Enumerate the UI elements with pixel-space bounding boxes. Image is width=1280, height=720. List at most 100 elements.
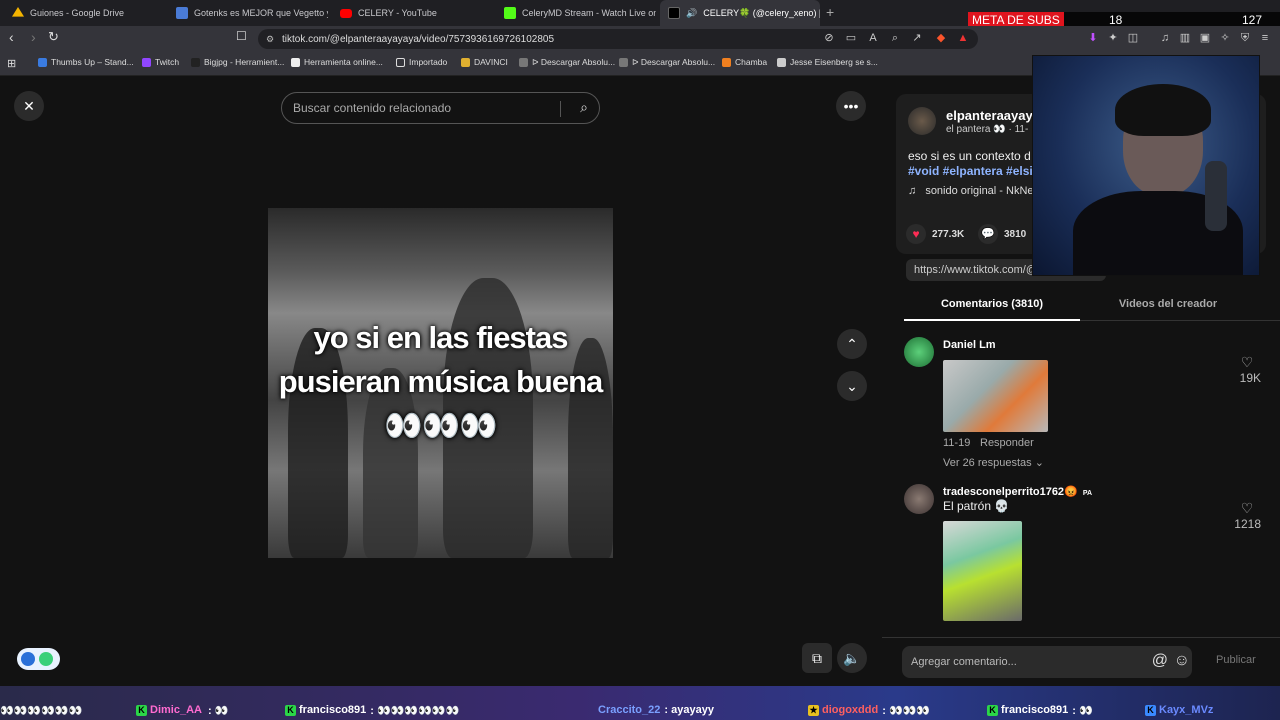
- publish-button[interactable]: Publicar: [1216, 654, 1256, 666]
- search-icon[interactable]: ⌕: [580, 99, 588, 116]
- youtube-icon: [340, 8, 352, 18]
- vpn-icon[interactable]: ⛨: [1238, 31, 1252, 45]
- kick-icon: K: [987, 704, 998, 716]
- previous-video-icon[interactable]: ⌃: [837, 329, 867, 359]
- video-link: https://www.tiktok.com/@: [914, 264, 1038, 276]
- kick-icon: K: [136, 704, 147, 716]
- like-count: 277.3K: [932, 228, 965, 240]
- commenter-name[interactable]: Daniel Lm: [943, 339, 996, 351]
- sound-link[interactable]: ♫ sonido original - NkNe: [908, 185, 1034, 197]
- chevron-down-icon: ⌄: [1034, 457, 1044, 469]
- bookmark-icon[interactable]: ☐: [236, 29, 247, 43]
- media-icon[interactable]: ♫: [1158, 31, 1172, 45]
- tiktok-icon: [668, 7, 680, 19]
- commenter-name[interactable]: tradesconelperrito1762😡 PA: [943, 485, 1092, 498]
- comment-image[interactable]: [943, 521, 1022, 621]
- extensions-icon[interactable]: ✦: [1106, 31, 1120, 45]
- search-placeholder: Buscar contenido relacionado: [293, 101, 452, 115]
- wallet-icon[interactable]: ▣: [1198, 31, 1212, 45]
- creator-display-name: el pantera 👀 · 11-: [946, 124, 1029, 135]
- menu-icon[interactable]: ≡: [1258, 31, 1272, 45]
- comment-like-count: 1218: [1234, 517, 1261, 531]
- chat-user: francisco891: [299, 704, 367, 716]
- kick-icon: ★: [808, 704, 819, 716]
- view-replies-label: Ver 26 respuestas: [943, 457, 1032, 469]
- bookmark-thumbs-up[interactable]: Thumbs Up – Stand...: [38, 57, 134, 67]
- reload-icon[interactable]: ↻: [48, 29, 59, 45]
- mention-icon[interactable]: @: [1152, 652, 1168, 670]
- document-icon: [176, 7, 188, 19]
- browser-tab-drive[interactable]: Guiones - Google Drive: [4, 0, 166, 26]
- related-search-input[interactable]: Buscar contenido relacionado ⌕: [281, 92, 600, 124]
- search-divider: [560, 101, 561, 117]
- chat-emotes: : 👀: [1072, 704, 1093, 717]
- bookmark-twitch[interactable]: Twitch: [142, 57, 179, 67]
- brave-shield-icon[interactable]: ◆: [934, 31, 948, 45]
- share-icon[interactable]: ↗: [910, 31, 924, 45]
- comment-like-icon[interactable]: ♡: [1240, 500, 1254, 516]
- page-icon: [619, 58, 628, 67]
- site-info-icon[interactable]: ⚙: [266, 34, 274, 45]
- zoom-icon[interactable]: ⌕: [888, 31, 902, 45]
- chat-user: Dimic_AA: [150, 704, 202, 716]
- bookmark-herramienta[interactable]: Herramienta online...: [291, 57, 383, 67]
- music-note-icon: ♫: [908, 185, 917, 197]
- bookmark-descargar-1[interactable]: ᐅ Descargar Absolu...: [519, 57, 615, 68]
- download-icon[interactable]: ⬇: [1086, 31, 1100, 45]
- extension-toggle[interactable]: [17, 648, 60, 670]
- view-replies-button[interactable]: Ver 26 respuestas ⌄: [943, 456, 1044, 469]
- screen-icon[interactable]: ▭: [844, 31, 858, 45]
- comment-button[interactable]: 💬 3810: [978, 224, 1026, 244]
- video-player[interactable]: yo si en las fiestas pusieran música bue…: [268, 208, 613, 558]
- kick-icon: [504, 7, 516, 19]
- apps-icon[interactable]: ⊞: [7, 57, 16, 70]
- more-options-icon[interactable]: •••: [836, 91, 866, 121]
- comment-like-icon[interactable]: ♡: [1240, 354, 1254, 370]
- video-hashtags[interactable]: #void #elpantera #elsi: [908, 164, 1033, 178]
- comment-input[interactable]: Agregar comentario... @ ☺: [902, 646, 1192, 678]
- reader-icon[interactable]: ⊘: [822, 31, 836, 45]
- capture-icon[interactable]: ◫: [1126, 31, 1140, 45]
- new-tab-icon[interactable]: +: [826, 4, 834, 20]
- bookmark-chamba[interactable]: Chamba: [722, 57, 767, 67]
- panel-tabs: Comentarios (3810) Videos del creador: [904, 293, 1280, 321]
- sidebar-icon[interactable]: ▥: [1178, 31, 1192, 45]
- davinci-icon: [461, 57, 470, 67]
- back-icon[interactable]: ‹: [9, 29, 14, 45]
- volume-icon[interactable]: 🔈: [837, 643, 867, 673]
- emoji-icon[interactable]: ☺: [1174, 652, 1190, 670]
- bookmark-descargar-2[interactable]: ᐅ Descargar Absolu...: [619, 57, 715, 68]
- chat-emotes: : 👀👀👀👀👀👀: [370, 704, 460, 717]
- chat-user: Craccito_22: [598, 704, 661, 716]
- bookmark-davinci[interactable]: DAVINCI: [461, 57, 508, 67]
- browser-tab-youtube[interactable]: CELERY - YouTube: [332, 0, 492, 26]
- browser-toolbar: ‹ › ↻ ☐ ⚙ tiktok.com/@elpanteraayayaya/v…: [0, 26, 1280, 52]
- bookmark-bigjpg[interactable]: Bigjpg - Herramient...: [191, 57, 284, 67]
- chat-message: ★ diogoxddd : 👀👀👀: [805, 703, 930, 717]
- reply-button[interactable]: Responder: [980, 437, 1034, 449]
- bookmark-folder-importado[interactable]: Importado: [396, 57, 447, 67]
- floating-player-icon[interactable]: ⧉: [802, 643, 832, 673]
- close-icon[interactable]: ✕: [14, 91, 44, 121]
- url-text: tiktok.com/@elpanteraayayaya/video/75739…: [282, 33, 555, 45]
- chat-message: Craccito_22 : ayayayy: [598, 703, 714, 717]
- bookmark-jesse[interactable]: Jesse Eisenberg se s...: [777, 57, 878, 67]
- leo-icon[interactable]: ✧: [1218, 31, 1232, 45]
- next-video-icon[interactable]: ⌄: [837, 371, 867, 401]
- commenter-avatar[interactable]: [904, 484, 934, 514]
- folder-icon: [396, 57, 405, 67]
- translate-icon[interactable]: A: [866, 31, 880, 45]
- creator-avatar[interactable]: [908, 107, 936, 135]
- like-button[interactable]: ♥ 277.3K: [906, 224, 964, 244]
- forward-icon[interactable]: ›: [31, 29, 36, 45]
- browser-tab-gotenks[interactable]: Gotenks es MEJOR que Vegetto y Go: [168, 0, 328, 26]
- power-icon: [39, 652, 53, 666]
- browser-tab-kick[interactable]: CeleryMD Stream - Watch Live on Ki: [496, 0, 656, 26]
- comment-image[interactable]: [943, 360, 1048, 432]
- tab-comments[interactable]: Comentarios (3810): [904, 293, 1080, 321]
- commenter-avatar[interactable]: [904, 337, 934, 367]
- brave-rewards-icon[interactable]: ▲: [956, 31, 970, 45]
- browser-tab-tiktok[interactable]: 🔊 CELERY🍀 (@celery_xeno) | T ✕: [660, 0, 820, 26]
- tab-creator-videos[interactable]: Videos del creador: [1080, 293, 1256, 321]
- sub-goal-target: 127: [1242, 13, 1263, 27]
